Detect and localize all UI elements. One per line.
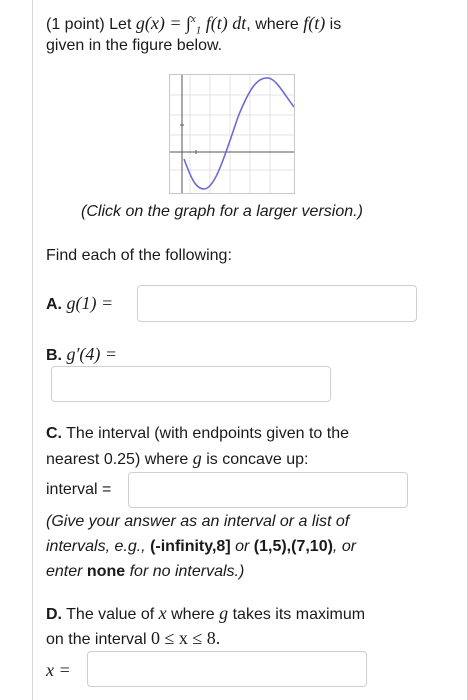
integrand: f(t) dt xyxy=(205,13,247,33)
graph-plot xyxy=(170,75,295,193)
example-1: (-infinity,8] xyxy=(150,538,231,555)
part-d-text2: where xyxy=(171,606,215,623)
part-d-line2: on the interval 0 ≤ x ≤ 8. xyxy=(46,626,220,652)
part-d-text1: The value of xyxy=(66,606,155,623)
def-lhs: g(x) = ∫ xyxy=(135,13,191,33)
part-d-letter: D. xyxy=(46,606,62,623)
help-line2: intervals, e.g., (-infinity,8] or (1,5),… xyxy=(46,535,356,559)
part-b-expression: g′(4) = xyxy=(66,344,118,364)
part-c-text2: nearest 0.25) where xyxy=(46,451,189,468)
problem-line2: given in the figure below. xyxy=(46,37,223,54)
part-a-letter: A. xyxy=(46,296,62,313)
part-c-line1: C. The interval (with endpoints given to… xyxy=(46,422,349,446)
part-c-letter: C. xyxy=(46,425,62,442)
is-text: is xyxy=(329,16,342,33)
help-line1: (Give your answer as an interval or a li… xyxy=(46,513,350,530)
answer-b-input[interactable] xyxy=(51,366,331,402)
help-text: for no intervals.) xyxy=(129,563,245,580)
g-symbol: g xyxy=(192,448,202,468)
click-hint: (Click on the graph for a larger version… xyxy=(81,203,363,220)
interval-inequality: 0 ≤ x ≤ 8. xyxy=(150,628,221,648)
g-definition: g(x) = ∫x1 f(t) dt xyxy=(135,13,247,37)
x-equals-label: x = xyxy=(46,660,71,680)
f-of-t: f(t) xyxy=(303,13,326,33)
points-label: (1 point) Let xyxy=(46,16,132,33)
problem-panel: (1 point) Let g(x) = ∫x1 f(t) dt, where … xyxy=(32,0,468,700)
upper-limit: x xyxy=(190,13,196,25)
x-symbol: x xyxy=(158,603,167,623)
none-keyword: none xyxy=(86,563,126,580)
part-b-letter: B. xyxy=(46,347,62,364)
graph-thumbnail[interactable] xyxy=(169,74,295,194)
example-2: (1,5),(7,10) xyxy=(253,538,333,555)
help-or: or xyxy=(235,538,250,555)
part-c-text3: is concave up: xyxy=(206,451,309,468)
part-c-text1: The interval (with endpoints given to th… xyxy=(66,425,349,442)
g-symbol: g xyxy=(219,603,229,623)
help-text: enter xyxy=(46,563,83,580)
find-instructions: Find each of the following: xyxy=(46,247,232,264)
answer-d-input[interactable] xyxy=(87,651,367,687)
help-line3: enter none for no intervals.) xyxy=(46,560,244,584)
part-b-label: B. g′(4) = xyxy=(46,342,117,368)
part-c-line2: nearest 0.25) where g is concave up: xyxy=(46,446,309,472)
answer-a-input[interactable] xyxy=(137,285,417,322)
where-text: , where xyxy=(246,16,299,33)
part-a-expression: g(1) = xyxy=(66,293,114,313)
part-a-label: A. g(1) = xyxy=(46,291,113,317)
interval-input[interactable] xyxy=(128,472,408,508)
part-d-text3: takes its maximum xyxy=(232,606,366,623)
help-text: , or xyxy=(332,538,357,555)
part-d-text4: on the interval xyxy=(46,631,147,648)
part-d-line1: D. The value of x where g takes its maxi… xyxy=(46,601,365,627)
interval-label: interval = xyxy=(46,481,112,498)
help-text: intervals, e.g., xyxy=(46,538,146,555)
